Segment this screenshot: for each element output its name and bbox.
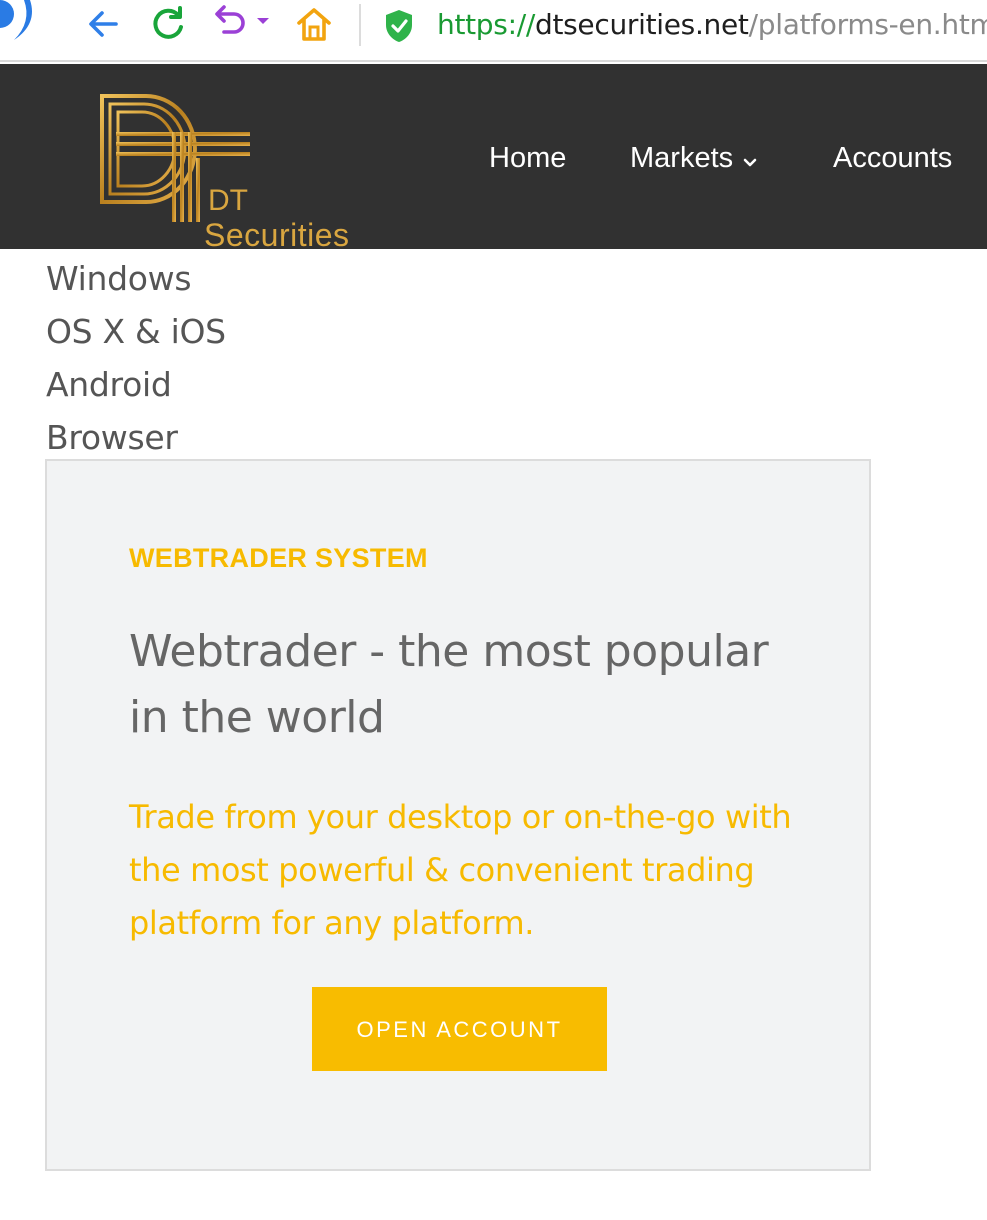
dropdown-icon[interactable] (256, 16, 270, 26)
logo-securities-text: Securities (204, 217, 350, 249)
nav-accounts[interactable]: Accounts (833, 141, 952, 175)
platform-item-browser[interactable]: Browser (46, 411, 226, 464)
refresh-icon[interactable] (149, 5, 187, 43)
platform-item-android[interactable]: Android (46, 358, 226, 411)
nav-home-label: Home (489, 142, 567, 174)
dt-securities-logo[interactable]: DT Securities (98, 94, 368, 249)
platform-item-windows[interactable]: Windows (46, 252, 226, 305)
back-icon[interactable] (86, 6, 122, 42)
home-icon[interactable] (295, 5, 333, 43)
url-separator: :// (507, 8, 536, 41)
webtrader-card: WEBTRADER SYSTEM Webtrader - the most po… (45, 459, 871, 1171)
platform-item-osx-ios[interactable]: OS X & iOS (46, 305, 226, 358)
site-header: DT Securities Home Markets Accounts (0, 64, 987, 249)
url-host: dtsecurities.net (534, 8, 749, 41)
chevron-down-icon (743, 142, 757, 176)
platform-list: Windows OS X & iOS Android Browser (46, 252, 226, 464)
url-path: /platforms-en.html (748, 8, 987, 41)
address-separator (359, 4, 361, 46)
open-account-button[interactable]: OPEN ACCOUNT (312, 987, 607, 1071)
nav-accounts-label: Accounts (833, 142, 953, 174)
address-bar-url[interactable]: https://dtsecurities.net/platforms-en.ht… (437, 6, 987, 44)
browser-toolbar: https://dtsecurities.net/platforms-en.ht… (0, 0, 987, 62)
nav-markets-label: Markets (630, 142, 734, 174)
url-scheme: https (437, 8, 508, 41)
card-kicker: WEBTRADER SYSTEM (129, 543, 428, 573)
nav-home[interactable]: Home (489, 141, 566, 175)
browser-logo-icon[interactable] (0, 0, 52, 44)
card-description: Trade from your desktop or on-the-go wit… (129, 798, 792, 942)
card-title: Webtrader - the most popular in the worl… (129, 626, 769, 743)
shield-icon[interactable] (383, 8, 415, 44)
nav-markets[interactable]: Markets (630, 141, 757, 176)
undo-icon[interactable] (212, 4, 248, 42)
logo-dt-text: DT (208, 184, 248, 217)
